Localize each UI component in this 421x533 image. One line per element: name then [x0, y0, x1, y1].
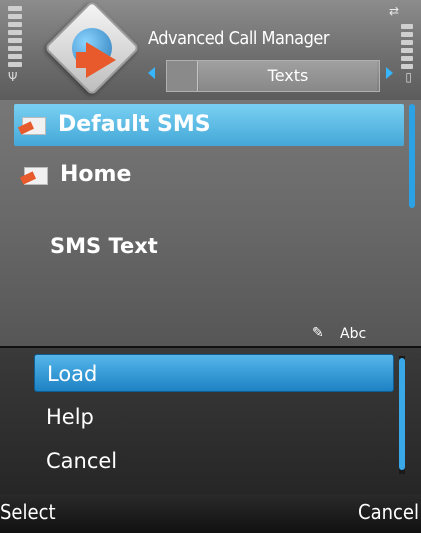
phone-screen: Ψ ⇄ ▯ Advanced Call Manager Texts Defaul… [0, 0, 421, 533]
softkey-bar: Select Cancel [0, 494, 421, 533]
list-item-label: Home [60, 162, 132, 187]
pen-icon: ✎ [312, 325, 324, 341]
sms-text-editor[interactable]: SMS Text ✎ Abc [0, 212, 421, 346]
antenna-icon: Ψ [8, 70, 18, 84]
input-mode-indicator: Abc [340, 326, 367, 342]
tab-bar: Texts [166, 60, 380, 92]
sms-envelope-icon [17, 117, 46, 135]
sms-list: Default SMS Home [0, 100, 421, 212]
tab-left-arrow-icon[interactable] [148, 67, 155, 79]
editor-title: SMS Text [50, 234, 158, 258]
list-item-home[interactable]: Home [16, 154, 404, 196]
select-softkey[interactable]: Select [0, 500, 56, 524]
menu-scrollbar-thumb[interactable] [399, 358, 405, 470]
sms-envelope-icon [19, 167, 48, 185]
lock-icon: ▯ [405, 70, 412, 84]
tab-texts[interactable]: Texts [199, 61, 377, 91]
app-icon [43, 0, 144, 98]
menu-item-help[interactable]: Help [34, 398, 394, 436]
status-header: Ψ ⇄ ▯ Advanced Call Manager Texts [0, 0, 421, 100]
options-menu: Load Help Cancel [0, 346, 421, 496]
list-scrollbar[interactable] [409, 104, 415, 208]
menu-item-cancel[interactable]: Cancel [34, 442, 394, 480]
list-item-label: Default SMS [58, 112, 211, 137]
list-item-default-sms[interactable]: Default SMS [14, 104, 404, 146]
tab-previous[interactable] [167, 61, 198, 91]
signal-strength-icon [8, 6, 22, 68]
cancel-softkey[interactable]: Cancel [358, 500, 419, 524]
battery-icon [401, 24, 413, 74]
usb-icon: ⇄ [388, 4, 399, 18]
menu-item-load[interactable]: Load [34, 354, 394, 392]
tab-right-arrow-icon[interactable] [386, 67, 393, 79]
app-title: Advanced Call Manager [148, 28, 329, 49]
